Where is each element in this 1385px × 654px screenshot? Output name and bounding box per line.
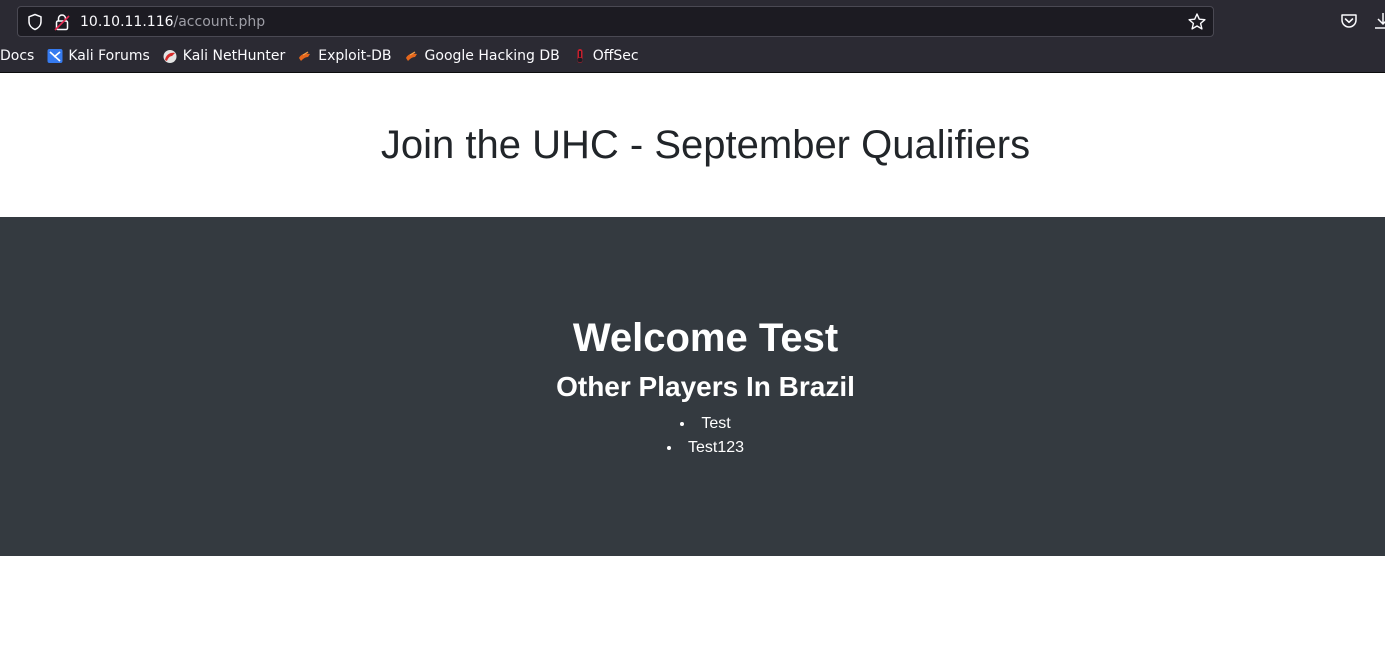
bookmark-kali-nethunter[interactable]: Kali NetHunter bbox=[162, 48, 285, 64]
offsec-icon bbox=[577, 49, 583, 63]
url-path: /account.php bbox=[173, 14, 266, 30]
player-item: Test123 bbox=[0, 436, 1385, 460]
players-subtitle: Other Players In Brazil bbox=[556, 371, 855, 402]
tracking-protection-shield-icon[interactable] bbox=[26, 13, 44, 31]
url-host: 10.10.11.116 bbox=[80, 14, 174, 30]
downloads-icon[interactable] bbox=[1373, 11, 1385, 31]
bookmark-star-icon[interactable] bbox=[1187, 12, 1207, 32]
url-text[interactable]: 10.10.11.116/account.php bbox=[80, 13, 265, 31]
address-bar[interactable]: 10.10.11.116/account.php bbox=[17, 6, 1214, 37]
page-title: Join the UHC - September Qualifiers bbox=[380, 123, 1031, 167]
bookmark-label: Google Hacking DB bbox=[424, 48, 560, 64]
kali-forums-icon bbox=[47, 49, 63, 63]
bookmark-offsec[interactable]: OffSec bbox=[572, 48, 639, 64]
welcome-section: Welcome Test Other Players In Brazil Tes… bbox=[0, 217, 1385, 556]
bookmark-label: Exploit-DB bbox=[318, 48, 392, 64]
pocket-icon[interactable] bbox=[1339, 11, 1359, 31]
player-item: Test bbox=[0, 412, 1385, 436]
browser-toolbar: 10.10.11.116/account.php Docs Kali Forum… bbox=[0, 0, 1385, 73]
insecure-lock-icon[interactable] bbox=[54, 13, 70, 31]
bookmarks-toolbar: Docs Kali Forums Kali NetHunter Exploit-… bbox=[0, 45, 651, 67]
bookmark-google-hacking-db[interactable]: Google Hacking DB bbox=[404, 48, 560, 64]
toolbar-divider bbox=[0, 72, 1385, 73]
bookmark-kali-forums[interactable]: Kali Forums bbox=[47, 48, 150, 64]
ghdb-icon bbox=[405, 51, 417, 61]
kali-nethunter-icon bbox=[163, 50, 177, 63]
bookmark-label: Kali NetHunter bbox=[182, 48, 286, 64]
welcome-heading: Welcome Test bbox=[572, 316, 839, 360]
exploit-db-icon bbox=[299, 51, 311, 61]
bookmark-docs[interactable]: Docs bbox=[0, 48, 34, 64]
players-list: Test Test123 bbox=[0, 412, 1385, 460]
bookmark-label: Docs bbox=[0, 48, 35, 64]
bookmark-label: OffSec bbox=[592, 48, 639, 64]
bookmark-label: Kali Forums bbox=[68, 48, 150, 64]
bookmark-exploit-db[interactable]: Exploit-DB bbox=[297, 48, 392, 64]
